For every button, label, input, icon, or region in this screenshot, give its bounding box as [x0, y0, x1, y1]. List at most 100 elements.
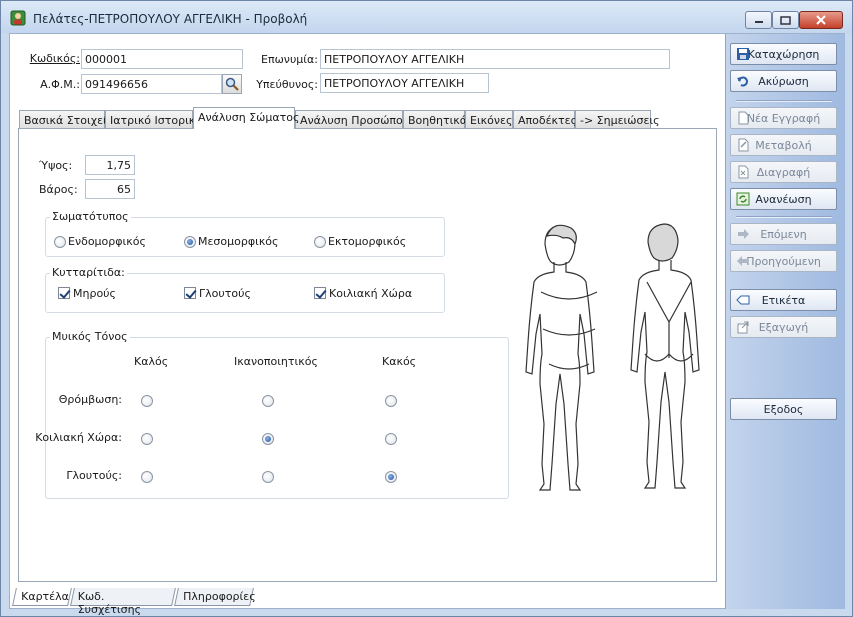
save-icon [737, 48, 749, 60]
bottom-tab-card-label: Καρτέλα [21, 590, 69, 603]
separator [736, 100, 832, 102]
responsible-field[interactable]: ΠΕΤΡΟΠΟΥΛΟΥ ΑΓΓΕΛΙΚΗ [320, 73, 489, 93]
muscle-tone-row-thrombosis: Θρόμβωση: [58, 393, 122, 406]
somatotype-label-meso: Μεσομορφικός [198, 235, 279, 248]
afm-search-button[interactable] [222, 74, 242, 94]
abdomen-radio-satisfactory[interactable] [262, 433, 274, 445]
cellulite-check-glutes[interactable] [184, 287, 196, 299]
cellulite-title: Κυτταρίτιδα: [50, 266, 127, 279]
refresh-button[interactable]: Ανανέωση [730, 188, 837, 210]
edit-button[interactable]: Μεταβολή [730, 134, 837, 156]
somatotype-radio-ecto[interactable] [314, 236, 326, 248]
cellulite-label-thighs: Μηρούς [73, 287, 116, 300]
export-label: Εξαγωγή [758, 321, 809, 334]
muscle-tone-col-good: Καλός [134, 355, 169, 368]
code-label: Κωδικός: [29, 52, 80, 65]
edit-document-icon [738, 138, 749, 152]
tab-recipients[interactable]: Αποδέκτες [513, 110, 577, 129]
bottom-tab-info[interactable]: Πληροφορίες [174, 588, 256, 606]
somatotype-label-ecto: Εκτομορφικός [328, 235, 407, 248]
body-figure-illustration [525, 223, 700, 491]
separator [736, 216, 832, 218]
cellulite-group: Κυτταρίτιδα: Μηρούς Γλουτούς Κοιλιακή Χώ… [45, 266, 445, 313]
cellulite-label-abdomen: Κοιλιακή Χώρα [329, 287, 413, 300]
muscle-tone-col-satisfactory: Ικανοποιητικός [234, 355, 318, 368]
bottom-tab-card[interactable]: Καρτέλα [12, 588, 72, 606]
thrombosis-radio-bad[interactable] [385, 395, 397, 407]
muscle-tone-row-abdomen: Κοιλιακή Χώρα: [35, 431, 122, 444]
next-label: Επόμενη [760, 228, 807, 241]
bottom-tab-correlation-label: Κωδ. Συσχέτισης [77, 590, 142, 616]
abdomen-radio-bad[interactable] [385, 433, 397, 445]
undo-icon [737, 76, 748, 87]
weight-label: Βάρος: [39, 183, 78, 196]
name-label: Επωνυμία: [261, 53, 318, 66]
somatotype-group: Σωματότυπος Ενδομορφικός Μεσομορφικός Εκ… [45, 210, 445, 257]
title-bar[interactable]: Πελάτες-ΠΕΤΡΟΠΟΥΛΟΥ ΑΓΓΕΛΙΚΗ - Προβολή [1, 1, 852, 33]
somatotype-radio-meso[interactable] [184, 236, 196, 248]
action-side-panel: Καταχώρηση Ακύρωση Νέα Εγγραφή Μεταβολή … [725, 34, 845, 609]
save-button[interactable]: Καταχώρηση [730, 43, 837, 65]
glutes-radio-good[interactable] [141, 471, 153, 483]
tab-medical-history[interactable]: Ιατρικό Ιστορικό [105, 110, 202, 129]
tab-body-analysis[interactable]: Ανάλυση Σώματος [193, 107, 299, 129]
refresh-label: Ανανέωση [755, 193, 812, 206]
maximize-icon [780, 15, 791, 25]
close-button[interactable] [799, 11, 843, 29]
somatotype-title: Σωματότυπος [50, 210, 131, 223]
cellulite-label-glutes: Γλουτούς [199, 287, 251, 300]
cancel-button[interactable]: Ακύρωση [730, 70, 837, 92]
thrombosis-radio-satisfactory[interactable] [262, 395, 274, 407]
close-icon [816, 15, 826, 25]
new-record-label: Νέα Εγγραφή [746, 112, 821, 125]
exit-button[interactable]: Εξοδος [730, 398, 837, 420]
maximize-button[interactable] [772, 11, 799, 29]
height-label: Ύψος: [39, 159, 73, 172]
tab-basic-info[interactable]: Βασικά Στοιχεία [19, 110, 114, 129]
export-button[interactable]: Εξαγωγή [730, 316, 837, 338]
muscle-tone-col-bad: Κακός [382, 355, 417, 368]
somatotype-radio-endo[interactable] [54, 236, 66, 248]
label-button-label: Ετικέτα [761, 294, 806, 307]
responsible-label: Υπεύθυνος: [256, 78, 318, 91]
glutes-radio-bad[interactable] [385, 471, 397, 483]
muscle-tone-title: Μυικός Τόνος [50, 330, 130, 343]
tab-panel-body-analysis: Ύψος: 1,75 Βάρος: 65 Σωματότυπος Ενδομορ… [18, 128, 717, 582]
bottom-tab-correlation-code[interactable]: Κωδ. Συσχέτισης [70, 588, 176, 616]
previous-button[interactable]: Προηγούμενη [730, 250, 837, 272]
window-title: Πελάτες-ΠΕΤΡΟΠΟΥΛΟΥ ΑΓΓΕΛΙΚΗ - Προβολή [33, 12, 308, 26]
tab-face-analysis[interactable]: Ανάλυση Προσώπου [295, 110, 409, 129]
tab-images[interactable]: Εικόνες [465, 110, 513, 129]
cellulite-check-thighs[interactable] [58, 287, 70, 299]
client-area: Κωδικός: 000001 Α.Φ.Μ.: 091496656 Επωνυμ… [9, 33, 845, 616]
abdomen-radio-good[interactable] [141, 433, 153, 445]
glutes-radio-satisfactory[interactable] [262, 471, 274, 483]
weight-field[interactable]: 65 [85, 179, 135, 199]
name-field[interactable]: ΠΕΤΡΟΠΟΥΛΟΥ ΑΓΓΕΛΙΚΗ [320, 49, 670, 69]
minimize-button[interactable] [745, 11, 772, 29]
application-window: Πελάτες-ΠΕΤΡΟΠΟΥΛΟΥ ΑΓΓΕΛΙΚΗ - Προβολή Κ… [0, 0, 853, 617]
thrombosis-radio-good[interactable] [141, 395, 153, 407]
save-label: Καταχώρηση [747, 48, 820, 61]
tag-icon [736, 295, 750, 305]
delete-document-icon [738, 165, 749, 179]
delete-button[interactable]: Διαγραφή [730, 161, 837, 183]
arrow-right-icon [738, 229, 749, 239]
afm-field[interactable]: 091496656 [81, 74, 222, 94]
new-record-button[interactable]: Νέα Εγγραφή [730, 107, 837, 129]
bottom-tab-info-label: Πληροφορίες [183, 590, 256, 603]
height-field[interactable]: 1,75 [85, 155, 135, 175]
code-field[interactable]: 000001 [81, 49, 243, 69]
delete-label: Διαγραφή [756, 166, 811, 179]
arrow-left-icon [737, 256, 748, 266]
minimize-icon [754, 21, 763, 23]
label-button[interactable]: Ετικέτα [730, 289, 837, 311]
tab-notes[interactable]: -> Σημειώσεις [575, 110, 660, 129]
edit-label: Μεταβολή [755, 139, 812, 152]
muscle-tone-row-glutes: Γλουτούς: [66, 469, 122, 482]
search-icon [225, 77, 239, 91]
next-button[interactable]: Επόμενη [730, 223, 837, 245]
previous-label: Προηγούμενη [746, 255, 821, 268]
tab-auxiliary[interactable]: Βοηθητικά [403, 110, 467, 129]
cellulite-check-abdomen[interactable] [314, 287, 326, 299]
